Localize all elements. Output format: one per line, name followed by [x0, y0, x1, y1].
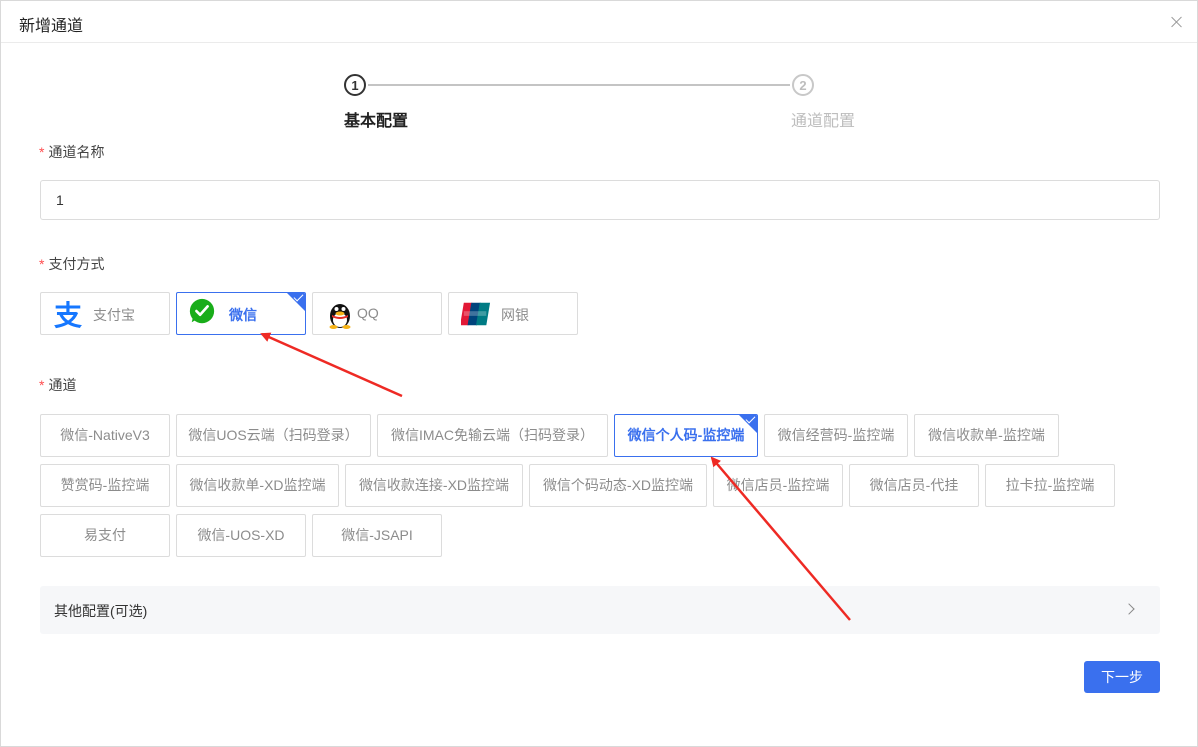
- channel-option[interactable]: 微信-NativeV3: [40, 414, 170, 457]
- dialog-title: 新增通道: [19, 18, 84, 35]
- channel-option[interactable]: 微信收款单-监控端: [914, 414, 1059, 457]
- channel-option[interactable]: 微信-UOS-XD: [176, 514, 306, 557]
- channel-option[interactable]: 微信店员-监控端: [713, 464, 843, 507]
- channel-option-selected[interactable]: 微信个人码-监控端: [614, 414, 758, 457]
- payment-option-alipay[interactable]: 支 支付宝: [40, 292, 170, 335]
- payment-option-label: QQ: [357, 305, 379, 321]
- channel-option[interactable]: 微信个码动态-XD监控端: [529, 464, 707, 507]
- channel-option[interactable]: 微信IMAC免输云端（扫码登录）: [377, 414, 608, 457]
- wechat-icon: [189, 298, 215, 324]
- unionpay-icon: [461, 302, 491, 326]
- dialog-header: 新增通道: [1, 1, 1197, 43]
- channel-option[interactable]: 易支付: [40, 514, 170, 557]
- channel-option[interactable]: 微信UOS云端（扫码登录）: [176, 414, 371, 457]
- channel-name-label: * 通道名称: [39, 144, 105, 160]
- payment-method-label: * 支付方式: [39, 256, 105, 272]
- alipay-icon: 支: [54, 299, 82, 329]
- payment-option-label: 微信: [229, 307, 257, 323]
- channel-name-input[interactable]: [40, 180, 1160, 220]
- payment-option-label: 网银: [501, 307, 529, 323]
- chevron-right-icon: [1123, 603, 1135, 615]
- svg-text:支: 支: [54, 299, 82, 329]
- close-icon[interactable]: [1169, 14, 1185, 30]
- channel-option[interactable]: 微信收款单-XD监控端: [176, 464, 339, 507]
- payment-option-wechat[interactable]: 微信: [176, 292, 306, 335]
- required-mark: *: [39, 256, 45, 272]
- step-connector: [368, 84, 790, 86]
- qq-penguin-icon: [329, 304, 351, 329]
- channel-option[interactable]: 微信店员-代挂: [849, 464, 979, 507]
- channel-option[interactable]: 拉卡拉-监控端: [985, 464, 1115, 507]
- payment-option-label: 支付宝: [93, 307, 135, 323]
- channel-option[interactable]: 微信收款连接-XD监控端: [345, 464, 523, 507]
- next-step-button[interactable]: 下一步: [1084, 661, 1160, 693]
- other-config-collapse[interactable]: 其他配置(可选): [40, 586, 1160, 634]
- add-channel-dialog: 新增通道 1 2 基本配置 通道配置 *通道名称 *支付方式 支 支付宝 微信: [0, 0, 1198, 747]
- channel-label: * 通道: [39, 377, 77, 393]
- payment-option-unionpay[interactable]: 网银: [448, 292, 578, 335]
- other-config-label: 其他配置(可选): [54, 603, 148, 619]
- step-1-label: 基本配置: [344, 113, 409, 130]
- step-2-label: 通道配置: [791, 113, 856, 130]
- step-2-indicator: 2: [792, 74, 814, 96]
- step-1-indicator: 1: [344, 74, 366, 96]
- channel-option[interactable]: 赞赏码-监控端: [40, 464, 170, 507]
- channel-option[interactable]: 微信经营码-监控端: [764, 414, 908, 457]
- channel-option-label: 微信个人码-监控端: [627, 427, 745, 443]
- required-mark: *: [39, 377, 45, 393]
- required-mark: *: [39, 144, 45, 160]
- payment-option-qq[interactable]: QQ: [312, 292, 442, 335]
- channel-option[interactable]: 微信-JSAPI: [312, 514, 442, 557]
